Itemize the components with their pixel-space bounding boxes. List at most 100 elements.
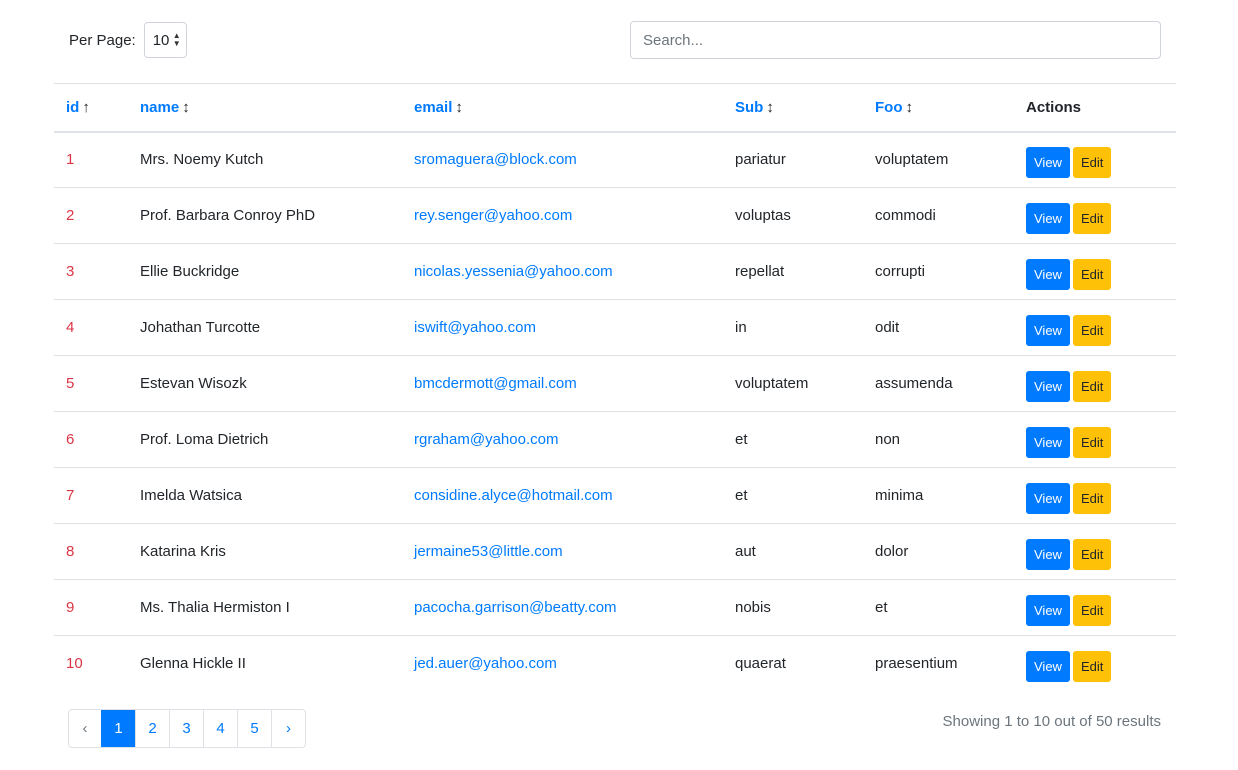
view-button[interactable]: View <box>1026 427 1070 458</box>
column-header-sub[interactable]: Sub ↕ <box>723 83 863 133</box>
cell-foo: non <box>863 411 1014 468</box>
cell-id: 10 <box>66 655 83 673</box>
cell-foo: odit <box>863 299 1014 356</box>
cell-email[interactable]: jed.auer@yahoo.com <box>402 636 723 692</box>
table-row: 7 Imelda Watsica considine.alyce@hotmail.c… <box>54 467 1176 524</box>
search-input[interactable] <box>630 21 1161 59</box>
column-header-label: id <box>66 98 80 116</box>
edit-button[interactable]: Edit <box>1072 427 1112 458</box>
cell-actions: View Edit <box>1014 187 1176 244</box>
edit-button[interactable]: Edit <box>1072 259 1112 290</box>
edit-button[interactable]: Edit <box>1072 483 1112 514</box>
cell-foo: corrupti <box>863 243 1014 300</box>
cell-sub: aut <box>723 523 863 580</box>
data-table: id ↑ name ↕ email ↕ Sub ↕ Foo ↕ Actions 1 Mrs. Noem… <box>54 83 1176 692</box>
column-header-label: name <box>140 98 180 116</box>
pagination-page-4[interactable]: 4 <box>203 710 237 747</box>
results-summary: Showing 1 to 10 out of 50 results <box>942 713 1161 730</box>
pagination-prev-button[interactable]: ‹ <box>69 710 101 747</box>
column-header-id[interactable]: id ↑ <box>54 83 128 133</box>
cell-id: 1 <box>54 131 128 188</box>
cell-email[interactable]: iswift@yahoo.com <box>402 299 723 356</box>
cell-id: 9 <box>54 579 128 636</box>
cell-id: 2 <box>54 187 128 244</box>
view-button[interactable]: View <box>1026 147 1070 179</box>
cell-name: Johathan Turcotte <box>128 299 402 356</box>
table-header: id ↑ name ↕ email ↕ Sub ↕ Foo ↕ Actions <box>54 83 1176 133</box>
cell-name: Glenna Hickle II <box>140 655 246 673</box>
cell-id: 7 <box>54 467 128 524</box>
cell-email[interactable]: rey.senger@yahoo.com <box>402 187 723 244</box>
edit-button[interactable]: Edit <box>1072 651 1112 683</box>
cell-foo: minima <box>863 467 1014 524</box>
cell-name: Prof. Loma Dietrich <box>128 411 402 468</box>
view-button[interactable]: View <box>1026 595 1070 626</box>
cell-email[interactable]: rgraham@yahoo.com <box>402 411 723 468</box>
edit-button[interactable]: Edit <box>1072 315 1112 346</box>
cell-foo: voluptatem <box>863 131 1014 188</box>
table-row: 2 Prof. Barbara Conroy PhD rey.senger@yaho… <box>54 187 1176 244</box>
cell-id: 8 <box>54 523 128 580</box>
pagination-page-2[interactable]: 2 <box>135 710 169 747</box>
edit-button[interactable]: Edit <box>1072 539 1112 570</box>
cell-email[interactable]: pacocha.garrison@beatty.com <box>402 579 723 636</box>
view-button[interactable]: View <box>1026 539 1070 570</box>
cell-sub: pariatur <box>723 131 863 188</box>
cell-name: Mrs. Noemy Kutch <box>128 131 402 188</box>
table-body: 1 Mrs. Noemy Kutch sromaguera@block.com par… <box>54 131 1176 692</box>
cell-sub: nobis <box>723 579 863 636</box>
cell-foo: et <box>863 579 1014 636</box>
view-button[interactable]: View <box>1026 315 1070 346</box>
column-header-email[interactable]: email ↕ <box>402 83 723 133</box>
column-header-name[interactable]: name ↕ <box>128 83 402 133</box>
sort-icon: ↕ <box>182 98 190 116</box>
column-header-foo[interactable]: Foo ↕ <box>863 83 1014 133</box>
view-button[interactable]: View <box>1026 371 1070 402</box>
per-page-select[interactable]: 10 ▲ ▼ <box>143 22 187 58</box>
cell-id: 4 <box>54 299 128 356</box>
cell-email[interactable]: bmcdermott@gmail.com <box>402 355 723 412</box>
table-row: 4 Johathan Turcotte iswift@yahoo.com in odit… <box>54 299 1176 356</box>
cell-email[interactable]: sromaguera@block.com <box>402 131 723 188</box>
pagination-page-3[interactable]: 3 <box>169 710 203 747</box>
edit-button[interactable]: Edit <box>1072 147 1112 179</box>
cell-id: 3 <box>54 243 128 300</box>
page: Per Page: 10 ▲▼ id↑name↕email↕Sub↕Foo↕Ac… <box>0 0 1238 770</box>
table-row: 6 Prof. Loma Dietrich rgraham@yahoo.com et n… <box>54 411 1176 468</box>
pagination-next-button[interactable]: › <box>271 710 305 747</box>
cell-sub: et <box>723 411 863 468</box>
cell-actions: View Edit <box>1014 411 1176 468</box>
cell-sub: et <box>723 467 863 524</box>
cell-name: Prof. Barbara Conroy PhD <box>128 187 402 244</box>
per-page-control: Per Page: 10 ▲ ▼ <box>69 21 187 59</box>
cell-email[interactable]: nicolas.yessenia@yahoo.com <box>402 243 723 300</box>
cell-actions: View Edit <box>1014 299 1176 356</box>
column-header-label: Foo <box>875 98 903 116</box>
edit-button[interactable]: Edit <box>1072 595 1112 626</box>
sort-icon: ↕ <box>455 98 463 116</box>
pagination-page-1[interactable]: 1 <box>101 710 135 747</box>
cell-name: Imelda Watsica <box>128 467 402 524</box>
view-button[interactable]: View <box>1026 651 1070 683</box>
view-button[interactable]: View <box>1026 203 1070 234</box>
cell-actions: View Edit <box>1014 243 1176 300</box>
cell-email[interactable]: jermaine53@little.com <box>402 523 723 580</box>
cell-email[interactable]: considine.alyce@hotmail.com <box>402 467 723 524</box>
cell-id: 6 <box>54 411 128 468</box>
table-row: 3 Ellie Buckridge nicolas.yessenia@yahoo.c… <box>54 243 1176 300</box>
per-page-label: Per Page: <box>69 31 136 49</box>
cell-actions: View Edit <box>1014 131 1176 188</box>
edit-button[interactable]: Edit <box>1072 203 1112 234</box>
edit-button[interactable]: Edit <box>1072 371 1112 402</box>
cell-actions: View Edit <box>1014 579 1176 636</box>
table-row: 9 Ms. Thalia Hermiston Ipacocha.garrison@… <box>54 579 1176 636</box>
cell-actions: View Edit <box>1014 636 1176 692</box>
cell-foo: assumenda <box>863 355 1014 412</box>
view-button[interactable]: View <box>1026 483 1070 514</box>
sort-icon: ↕ <box>766 98 774 116</box>
cell-actions: View Edit <box>1014 467 1176 524</box>
cell-actions: View Edit <box>1014 523 1176 580</box>
view-button[interactable]: View <box>1026 259 1070 290</box>
pagination-page-5[interactable]: 5 <box>237 710 271 747</box>
cell-sub: repellat <box>723 243 863 300</box>
